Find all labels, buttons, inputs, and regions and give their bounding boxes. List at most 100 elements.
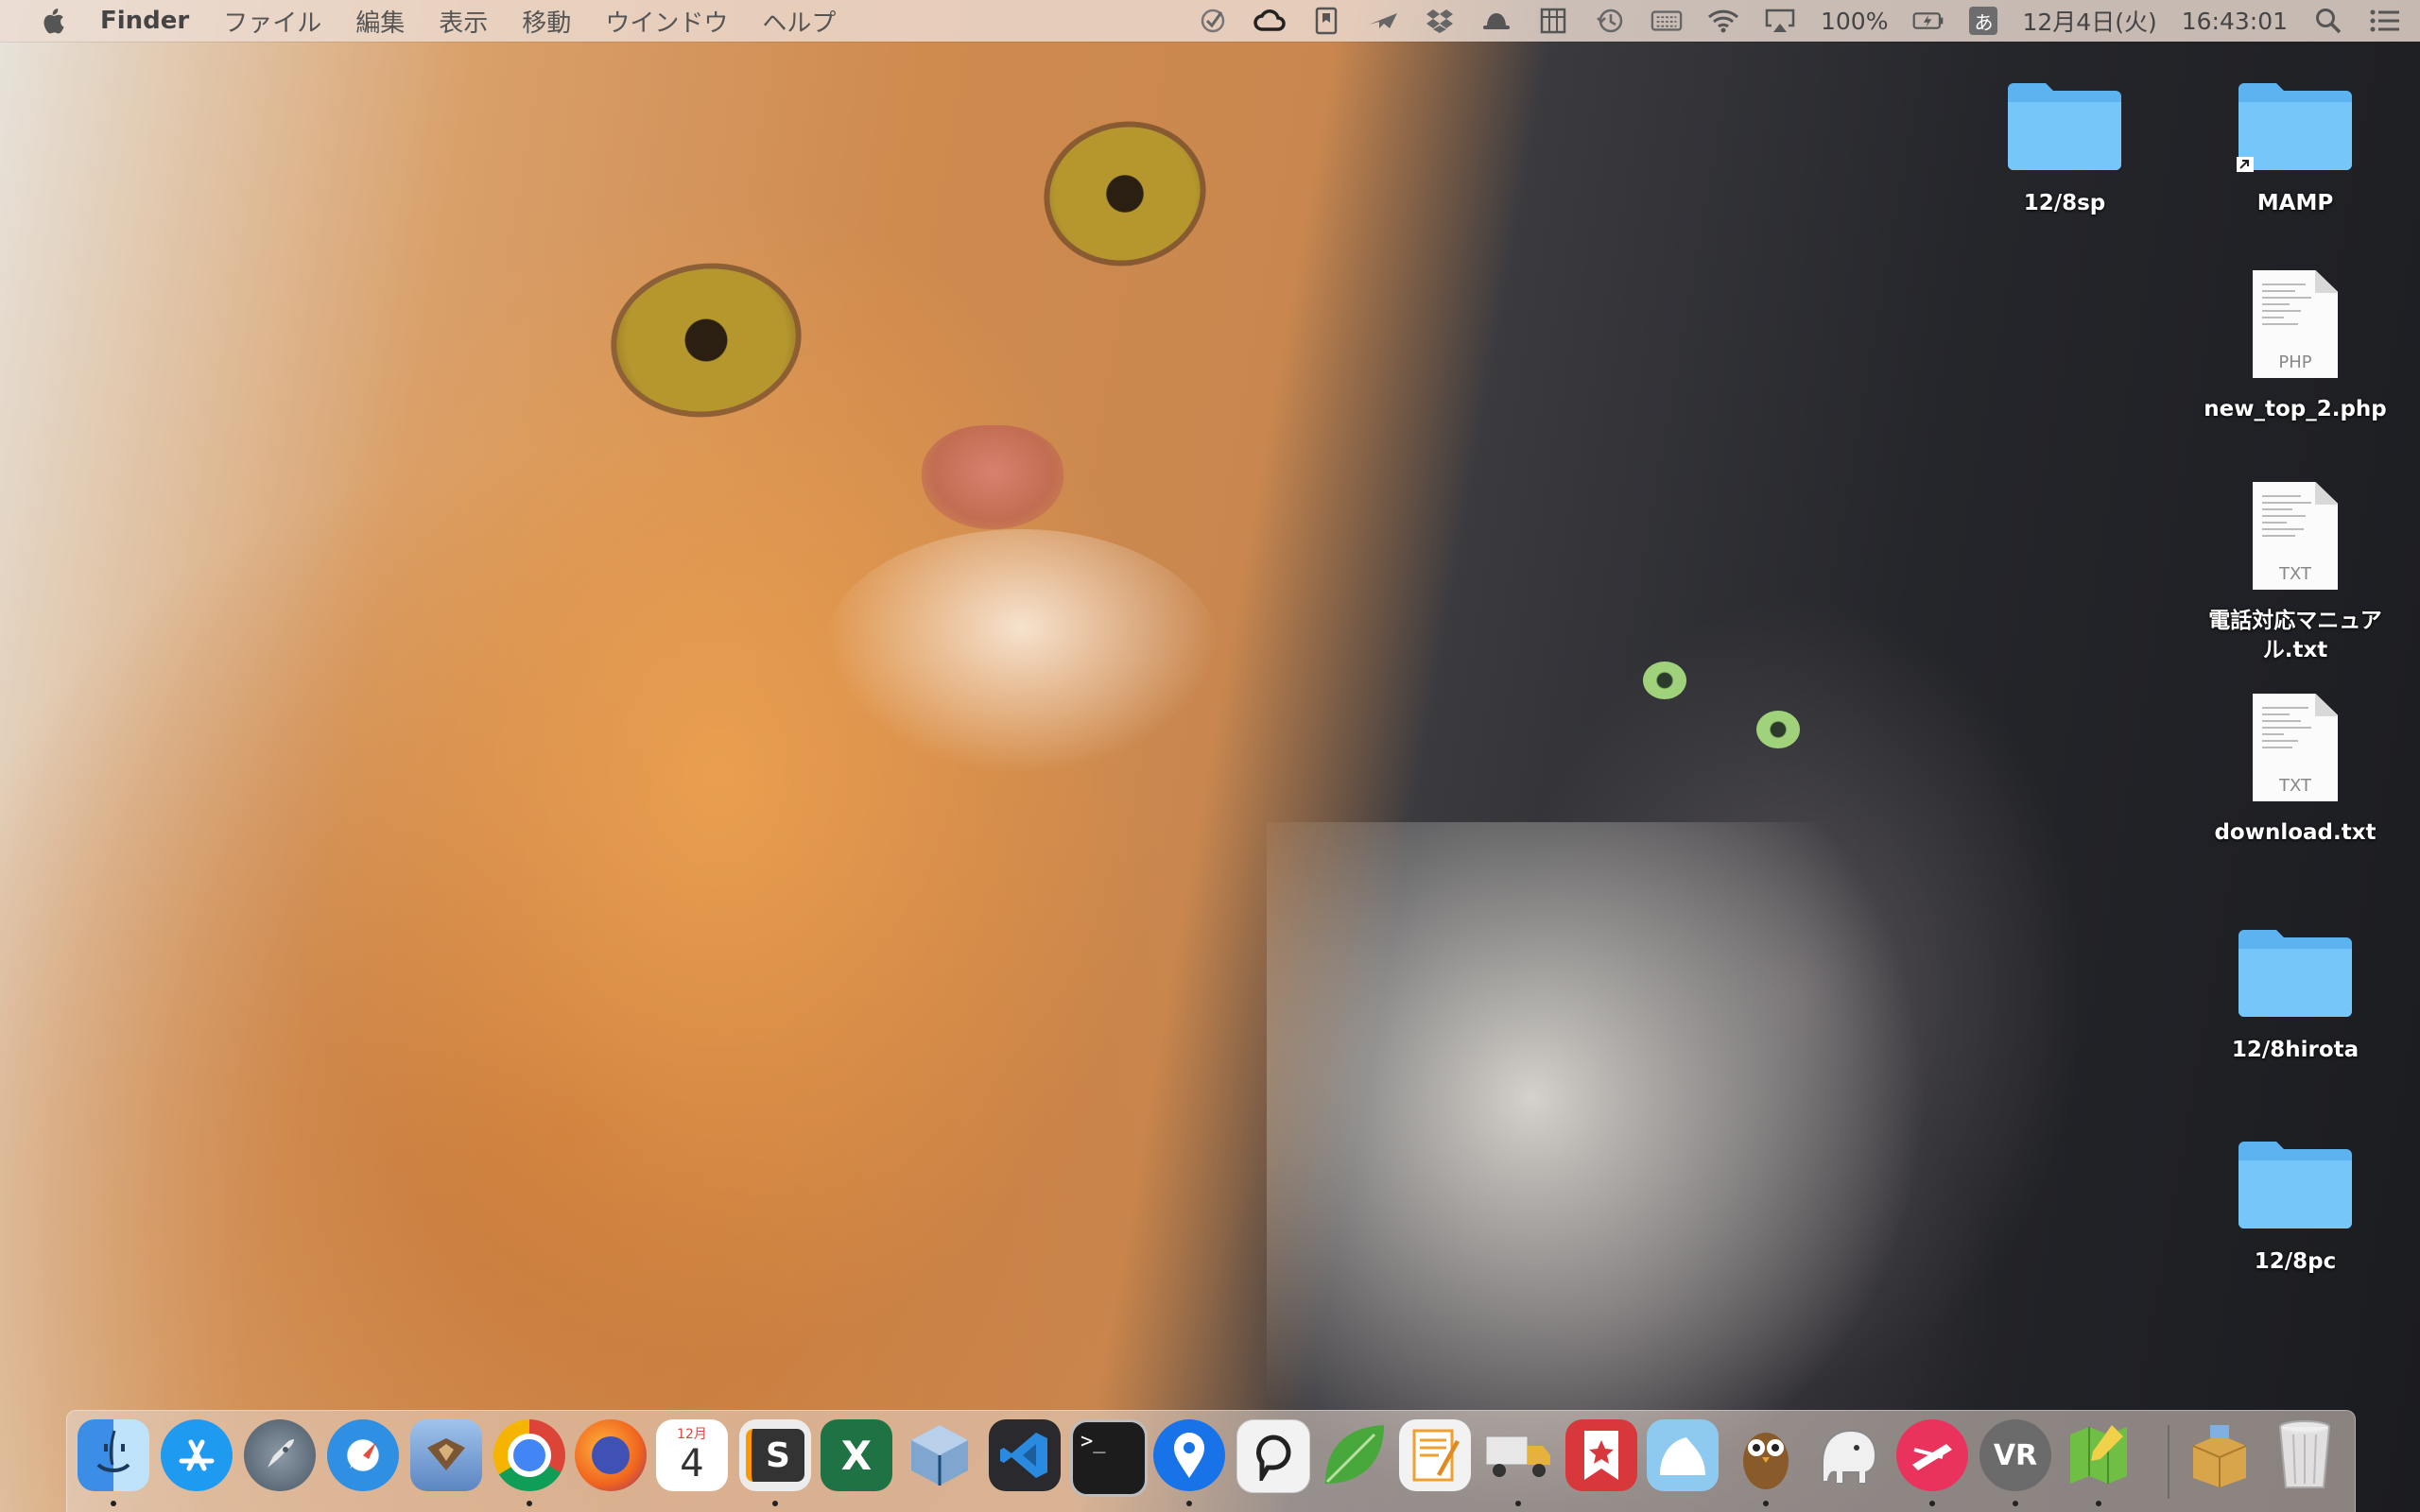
launchpad-app-icon[interactable] [244,1419,316,1491]
folder-icon [2237,915,2354,1019]
desktop-icon-label: 12/8hirota [2231,1038,2360,1062]
elephant-app-icon[interactable] [1813,1419,1885,1491]
running-indicator-map [2096,1501,2101,1506]
chrome-center [508,1434,551,1477]
menu-file[interactable]: ファイル [223,4,321,39]
mail-app-icon[interactable] [410,1419,482,1491]
virtualbox-app-icon[interactable] [904,1419,976,1491]
menu-go[interactable]: 移動 [522,4,571,39]
wallpaper-cat-muzzle [822,529,1219,775]
status-area: 100% あ 12月4日(火) 16:43:01 [1197,0,2401,42]
php-document-icon: PHP [2237,270,2354,378]
cloud-app-icon[interactable] [1647,1419,1719,1491]
desktop-folder-12-8hirota[interactable]: 12/8hirota [2191,915,2399,1065]
transmit-app-icon[interactable] [1482,1419,1554,1491]
calendar-month: 12月 [677,1427,707,1442]
desktop-icon-label: 12/8pc [2254,1249,2337,1274]
excel-app-icon[interactable]: X [821,1419,892,1491]
hat-icon[interactable] [1480,7,1512,35]
wallpaper-cat-nose [922,425,1063,529]
calendar-app-icon[interactable]: 12月 4 [656,1419,728,1491]
desktop-file-download-txt[interactable]: TXT download.txt [2191,694,2399,848]
folder-alias-icon [2237,68,2354,172]
menu-clock[interactable]: 16:43:01 [2182,8,2288,35]
wallpaper-gray-cat-eye-right [1756,711,1800,748]
keyboard-icon[interactable] [1651,7,1683,35]
desktop-icon-label: 12/8sp [2023,191,2106,215]
desktop-icon-label: MAMP [2256,191,2334,215]
menu-finder[interactable]: Finder [100,7,189,35]
airplay-icon[interactable] [1764,7,1796,35]
input-method-indicator[interactable]: あ [1969,7,1998,35]
menu-date[interactable]: 12月4日(火) [2022,4,2156,38]
wifi-icon[interactable] [1707,7,1739,35]
vscode-app-icon[interactable] [989,1419,1061,1491]
desktop-folder-mamp[interactable]: MAMP [2191,68,2399,218]
txt-document-icon: TXT [2237,694,2354,801]
terminal-app-icon[interactable]: >_ [1070,1419,1148,1497]
wallpaper-gray-cat-eye-left [1643,662,1686,699]
chrome-app-icon[interactable] [493,1419,565,1491]
terminal-prompt-glyph: >_ [1080,1430,1106,1453]
app-store-app-icon[interactable] [161,1419,233,1491]
txt-document-icon: TXT [2237,482,2354,590]
calendar-day: 4 [680,1442,704,1486]
running-indicator-chrome [527,1501,532,1506]
running-indicator-sublime [772,1501,778,1506]
notification-center-icon[interactable] [2369,7,2401,35]
map-app-icon[interactable] [2063,1419,2135,1491]
time-machine-icon[interactable] [1594,7,1626,35]
creative-cloud-icon[interactable] [1253,7,1286,35]
desktop-file-new-top-2-php[interactable]: PHP new_top_2.php [2191,270,2399,424]
bookmark-icon[interactable] [1310,7,1342,35]
firefox-globe [592,1436,630,1474]
menu-view[interactable]: 表示 [439,4,488,39]
desktop-file-manual-txt[interactable]: TXT 電話対応マニュアル.txt [2191,482,2399,665]
menu-window[interactable]: ウインドウ [605,4,728,39]
desktop-icon-label: 電話対応マニュアル.txt [2208,609,2382,662]
trash-icon[interactable] [2269,1419,2341,1491]
maps-pin-app-icon[interactable] [1153,1419,1225,1491]
owl-app-icon[interactable] [1730,1419,1802,1491]
spotlight-search-icon[interactable] [2312,7,2344,35]
sublime-app-icon[interactable]: S [739,1419,811,1491]
wallpaper-cat-eye-left [607,257,805,423]
vr-app-icon[interactable]: VR [1979,1419,2051,1491]
battery-icon[interactable] [1912,7,1945,35]
clip-studio-app-icon[interactable] [1236,1419,1310,1493]
battery-percentage[interactable]: 100% [1821,8,1888,35]
archive-utility-icon[interactable] [2184,1419,2256,1491]
leaf-app-icon[interactable] [1318,1419,1390,1491]
menu-help[interactable]: ヘルプ [762,4,836,39]
airplane-icon[interactable] [1367,7,1399,35]
safari-app-icon[interactable] [327,1419,399,1491]
running-indicator-transmit [1515,1501,1521,1506]
running-indicator-skitch [1929,1501,1935,1506]
menu-bar: Finder ファイル 編集 表示 移動 ウインドウ ヘルプ 100% あ 12… [0,0,2420,42]
vr-glyph: VR [1993,1438,2038,1472]
firefox-app-icon[interactable] [575,1419,647,1491]
excel-x-glyph: X [840,1432,873,1479]
checkmark-icon[interactable] [1197,7,1229,35]
desktop-wallpaper [0,0,2420,1512]
desktop-icon-label: new_top_2.php [2204,397,2387,421]
running-indicator-finder [111,1501,116,1506]
desktop-icon-label: download.txt [2214,820,2377,845]
folder-icon [2237,1126,2354,1230]
skitch-app-icon[interactable] [1896,1419,1968,1491]
finder-app-icon[interactable] [78,1419,149,1491]
desktop-folder-12-8pc[interactable]: 12/8pc [2191,1126,2399,1277]
running-indicator-maps-pin [1186,1501,1192,1506]
folder-icon [2006,68,2123,172]
pages-app-icon[interactable] [1399,1419,1471,1491]
wunderlist-app-icon[interactable] [1565,1419,1637,1491]
file-extension-badge: TXT [2278,776,2311,796]
dropbox-icon[interactable] [1424,7,1456,35]
apple-menu-icon[interactable] [38,6,66,36]
file-extension-badge: PHP [2278,352,2312,372]
running-indicator-owl [1763,1501,1769,1506]
menu-edit[interactable]: 編集 [355,4,405,39]
desktop-folder-12-8sp[interactable]: 12/8sp [1961,68,2169,218]
sublime-s-glyph: S [746,1429,804,1482]
grid-icon[interactable] [1537,7,1569,35]
